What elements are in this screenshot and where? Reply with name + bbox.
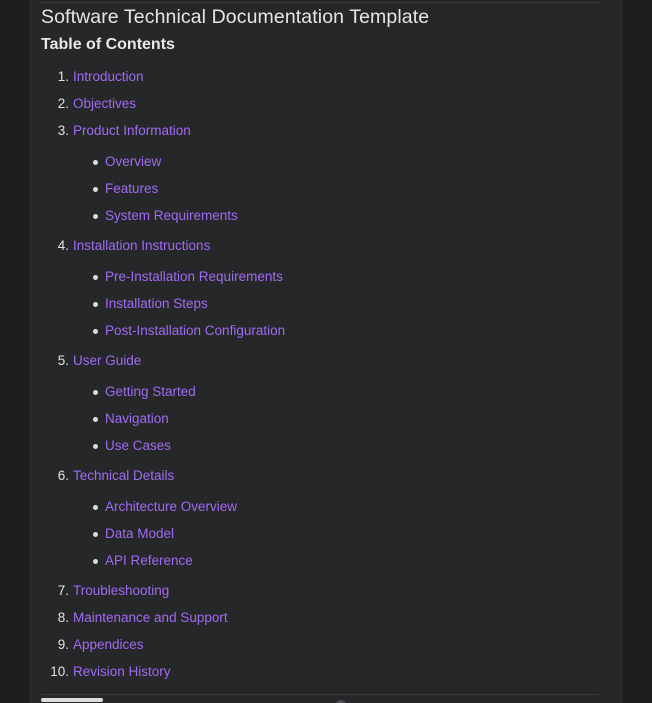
toc-link[interactable]: User Guide (73, 352, 141, 370)
bullet-icon (93, 187, 98, 192)
toc-link[interactable]: Maintenance and Support (73, 609, 228, 627)
document-page: Software Technical Documentation Templat… (30, 0, 622, 703)
bullet-icon (93, 302, 98, 307)
table-of-contents: 1. Introduction 2. Objectives 3. Product Info… (31, 0, 621, 703)
toc-link[interactable]: Revision History (73, 663, 171, 681)
toc-sublink[interactable]: Overview (105, 153, 161, 171)
bullet-icon (93, 444, 98, 449)
bullet-icon (93, 559, 98, 564)
bullet-icon (93, 275, 98, 280)
toc-item-number: 7. (57, 583, 69, 598)
bullet-icon (93, 390, 98, 395)
toc-item-number: 1. (57, 69, 69, 84)
bullet-icon (93, 417, 98, 422)
bullet-icon (93, 329, 98, 334)
toc-sublink[interactable]: API Reference (105, 552, 193, 570)
toc-item-number: 6. (57, 468, 69, 483)
toc-item-number: 10. (50, 664, 69, 679)
toc-sublink[interactable]: System Requirements (105, 207, 238, 225)
toc-link[interactable]: Appendices (73, 636, 144, 654)
toc-link[interactable]: Objectives (73, 95, 136, 113)
toc-item-number: 3. (57, 123, 69, 138)
bottom-divider (41, 694, 599, 695)
next-section-heading-cut (41, 698, 111, 703)
bullet-icon (93, 505, 98, 510)
toc-sublink[interactable]: Use Cases (105, 437, 171, 455)
toc-sublink[interactable]: Pre-Installation Requirements (105, 268, 283, 286)
toc-item-number: 8. (57, 610, 69, 625)
toc-sublink[interactable]: Post-Installation Configuration (105, 322, 285, 340)
toc-sublink[interactable]: Getting Started (105, 383, 196, 401)
toc-sublink[interactable]: Navigation (105, 410, 169, 428)
toc-item-number: 5. (57, 353, 69, 368)
toc-link[interactable]: Installation Instructions (73, 237, 210, 255)
toc-link[interactable]: Technical Details (73, 467, 174, 485)
toc-item-number: 9. (57, 637, 69, 652)
toc-sublink[interactable]: Features (105, 180, 158, 198)
bullet-icon (93, 214, 98, 219)
toc-link[interactable]: Introduction (73, 68, 144, 86)
toc-sublink[interactable]: Architecture Overview (105, 498, 237, 516)
toc-sublink[interactable]: Installation Steps (105, 295, 208, 313)
toc-item-number: 2. (57, 96, 69, 111)
toc-link[interactable]: Troubleshooting (73, 582, 169, 600)
toc-sublink[interactable]: Data Model (105, 525, 174, 543)
toc-link[interactable]: Product Information (73, 122, 191, 140)
bullet-icon (93, 160, 98, 165)
toc-item-number: 4. (57, 238, 69, 253)
bullet-icon (93, 532, 98, 537)
